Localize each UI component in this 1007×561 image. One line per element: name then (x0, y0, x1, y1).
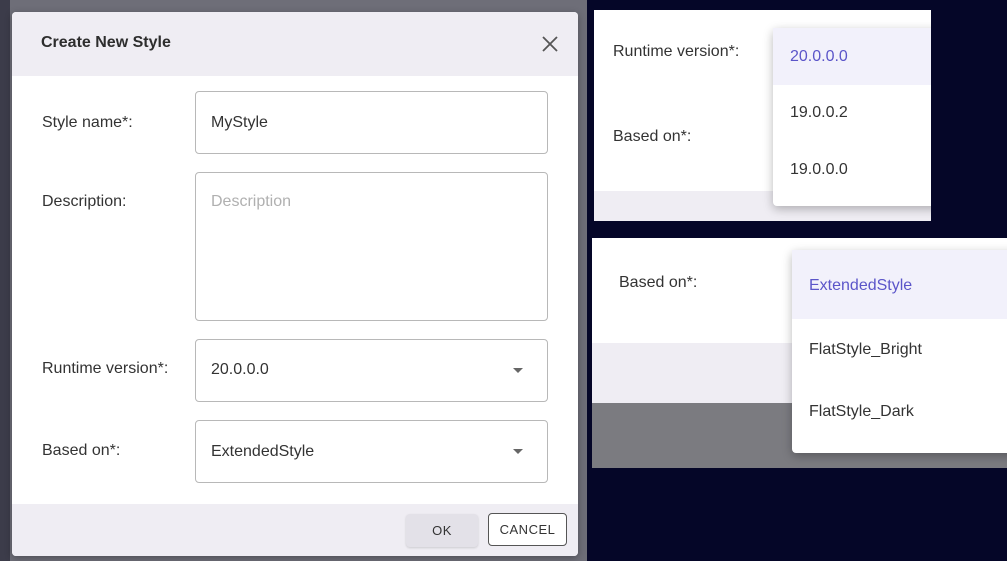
dialog-footer: OK CANCEL (12, 504, 578, 556)
based-on-label: Based on*: (613, 128, 692, 145)
based-on-menu: ExtendedStyle FlatStyle_Bright FlatStyle… (792, 250, 1007, 453)
based-on-label: Based on*: (42, 442, 121, 459)
close-icon (542, 36, 558, 52)
dialog-backdrop: Create New Style Style name*: Descriptio… (0, 0, 587, 561)
style-name-label: Style name*: (42, 114, 133, 131)
runtime-version-label: Runtime version*: (42, 360, 169, 377)
create-style-dialog: Create New Style Style name*: Descriptio… (12, 12, 578, 556)
menu-option-flatstyle-dark[interactable]: FlatStyle_Dark (792, 381, 1007, 443)
based-on-dropdown-panel: Based on*: ExtendedStyle FlatStyle_Brigh… (592, 238, 1007, 468)
close-button[interactable] (540, 34, 560, 54)
description-field[interactable] (195, 172, 548, 321)
style-name-field[interactable] (195, 91, 548, 154)
menu-option-19-0-0-2[interactable]: 19.0.0.2 (773, 85, 931, 142)
based-on-value: ExtendedStyle (211, 443, 315, 460)
menu-option-extendedstyle[interactable]: ExtendedStyle (792, 250, 1007, 319)
description-textarea[interactable] (196, 173, 547, 320)
runtime-version-menu: 20.0.0.0 19.0.0.2 19.0.0.0 (773, 28, 931, 206)
cancel-button[interactable]: CANCEL (488, 513, 567, 546)
runtime-version-label: Runtime version*: (613, 43, 740, 60)
menu-option-flatstyle-bright[interactable]: FlatStyle_Bright (792, 319, 1007, 381)
runtime-dropdown-panel: Runtime version*: Based on*: 20.0.0.0 19… (594, 10, 931, 221)
chevron-down-icon (513, 449, 523, 454)
ok-button[interactable]: OK (406, 514, 478, 547)
menu-option-20-0-0-0[interactable]: 20.0.0.0 (773, 28, 931, 85)
chevron-down-icon (513, 368, 523, 373)
based-on-label: Based on*: (619, 274, 698, 291)
runtime-version-select[interactable]: 20.0.0.0 (195, 339, 548, 402)
menu-option-19-0-0-0[interactable]: 19.0.0.0 (773, 142, 931, 199)
description-label: Description: (42, 193, 127, 210)
based-on-select[interactable]: ExtendedStyle (195, 420, 548, 483)
dialog-title: Create New Style (41, 34, 171, 51)
runtime-version-value: 20.0.0.0 (211, 361, 269, 378)
background-window-edge (0, 0, 10, 561)
style-name-input[interactable] (196, 92, 547, 153)
dialog-header: Create New Style (12, 12, 578, 76)
